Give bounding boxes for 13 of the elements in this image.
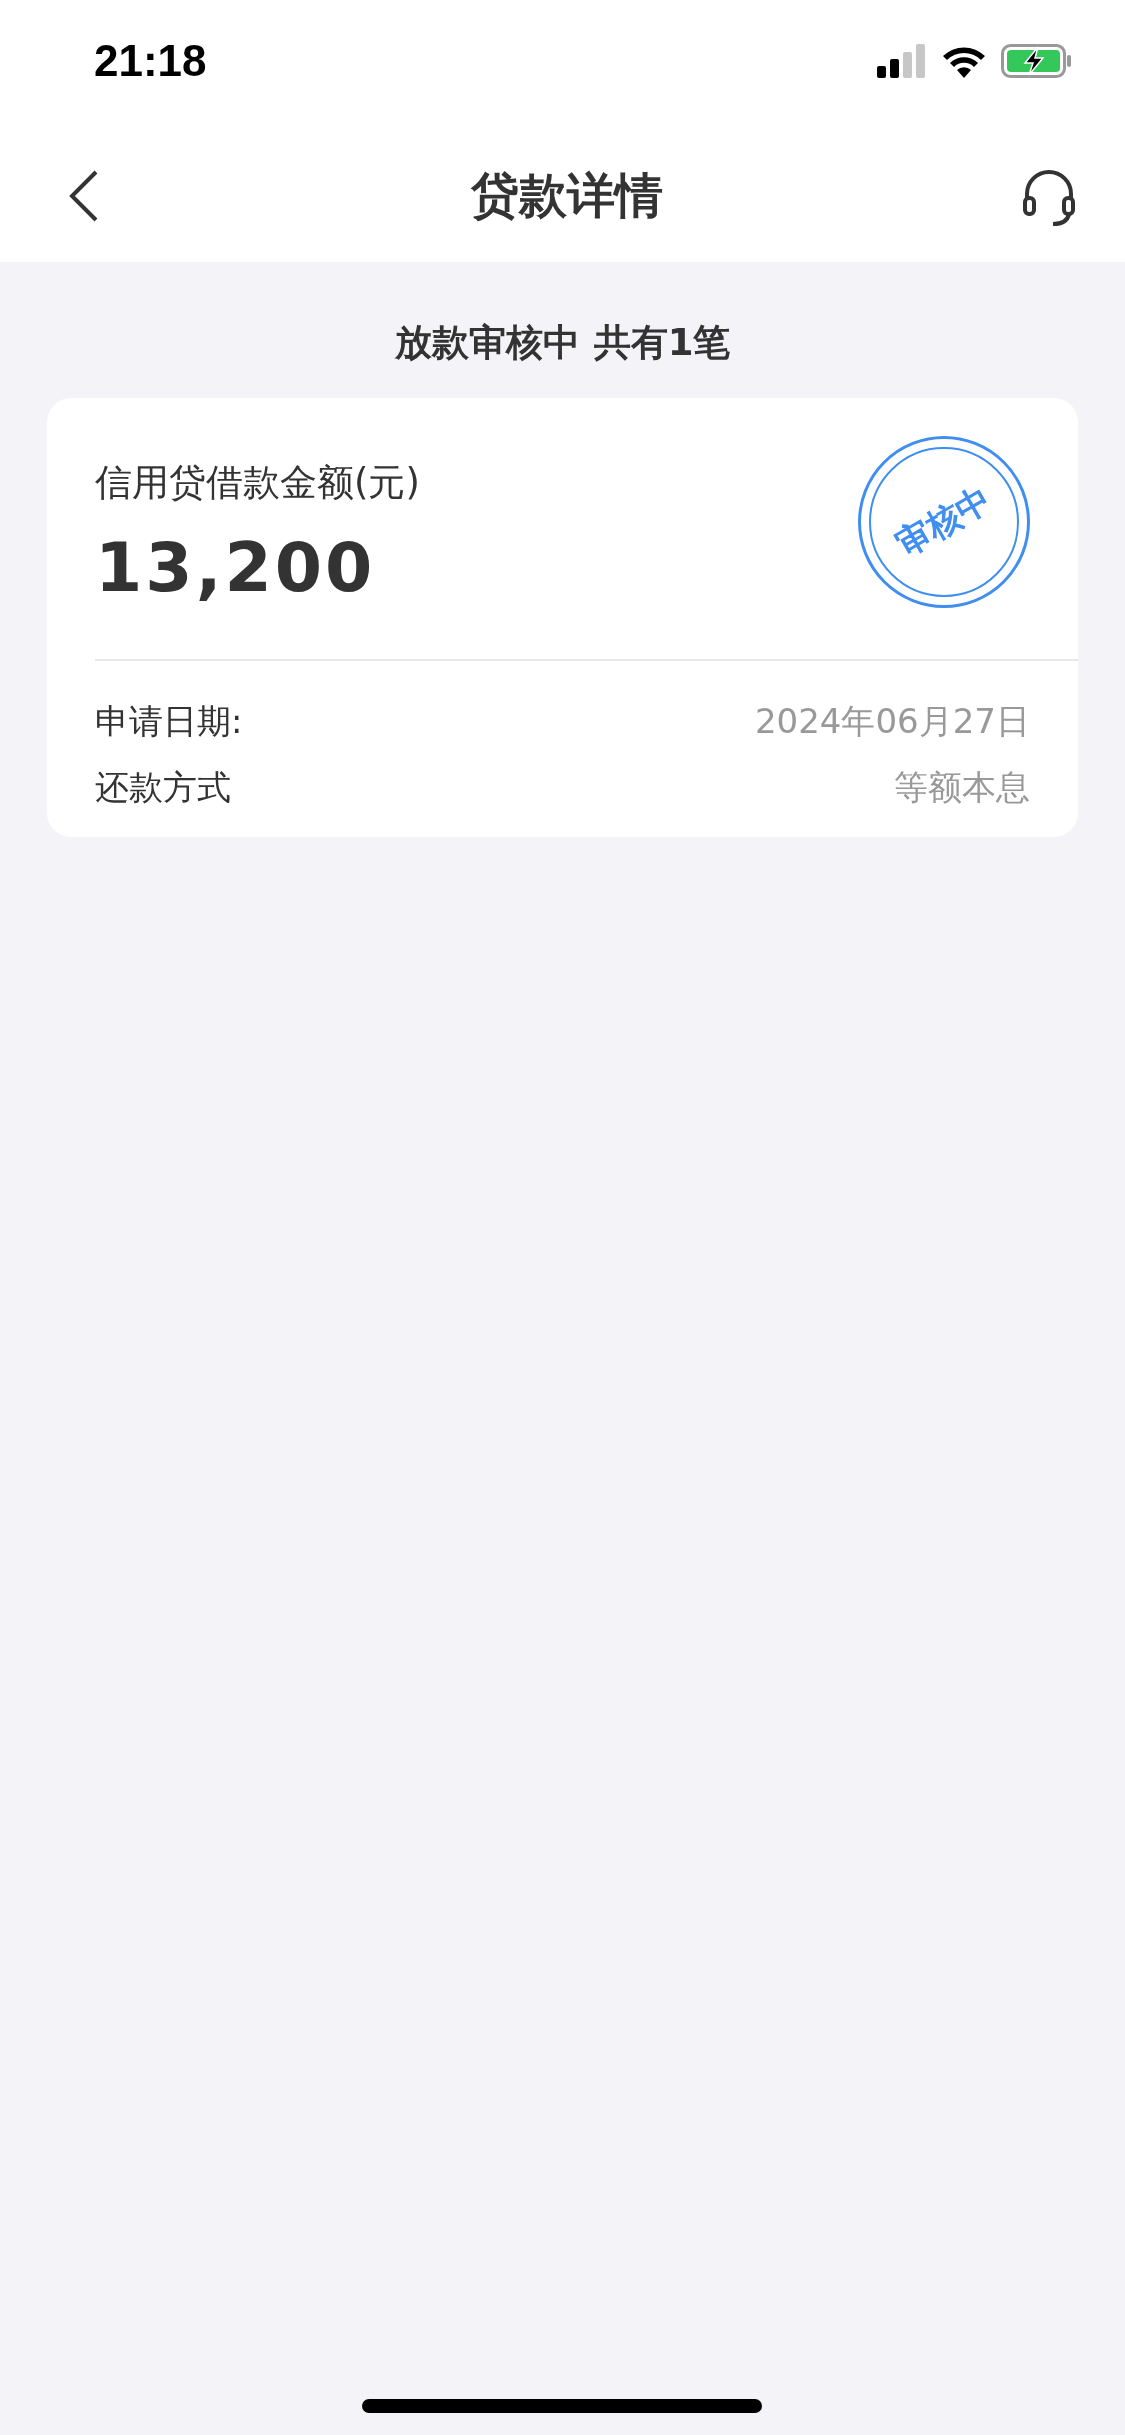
detail-value: 2024年06月27日 xyxy=(754,700,1030,743)
loan-count-text: 共有1笔 xyxy=(593,320,731,366)
detail-value: 等额本息 xyxy=(894,766,1030,809)
page-title: 贷款详情 xyxy=(470,166,663,225)
signal-icon xyxy=(877,44,927,78)
review-stamp: 审核中 xyxy=(858,436,1030,608)
status-time: 21:18 xyxy=(94,36,207,86)
wifi-icon xyxy=(941,44,987,78)
battery-icon xyxy=(1001,44,1073,78)
detail-label: 还款方式 xyxy=(95,766,231,809)
detail-label: 申请日期: xyxy=(95,700,243,743)
loan-status-text: 放款审核中 xyxy=(394,320,580,366)
loan-amount: 13,200 xyxy=(95,528,376,607)
